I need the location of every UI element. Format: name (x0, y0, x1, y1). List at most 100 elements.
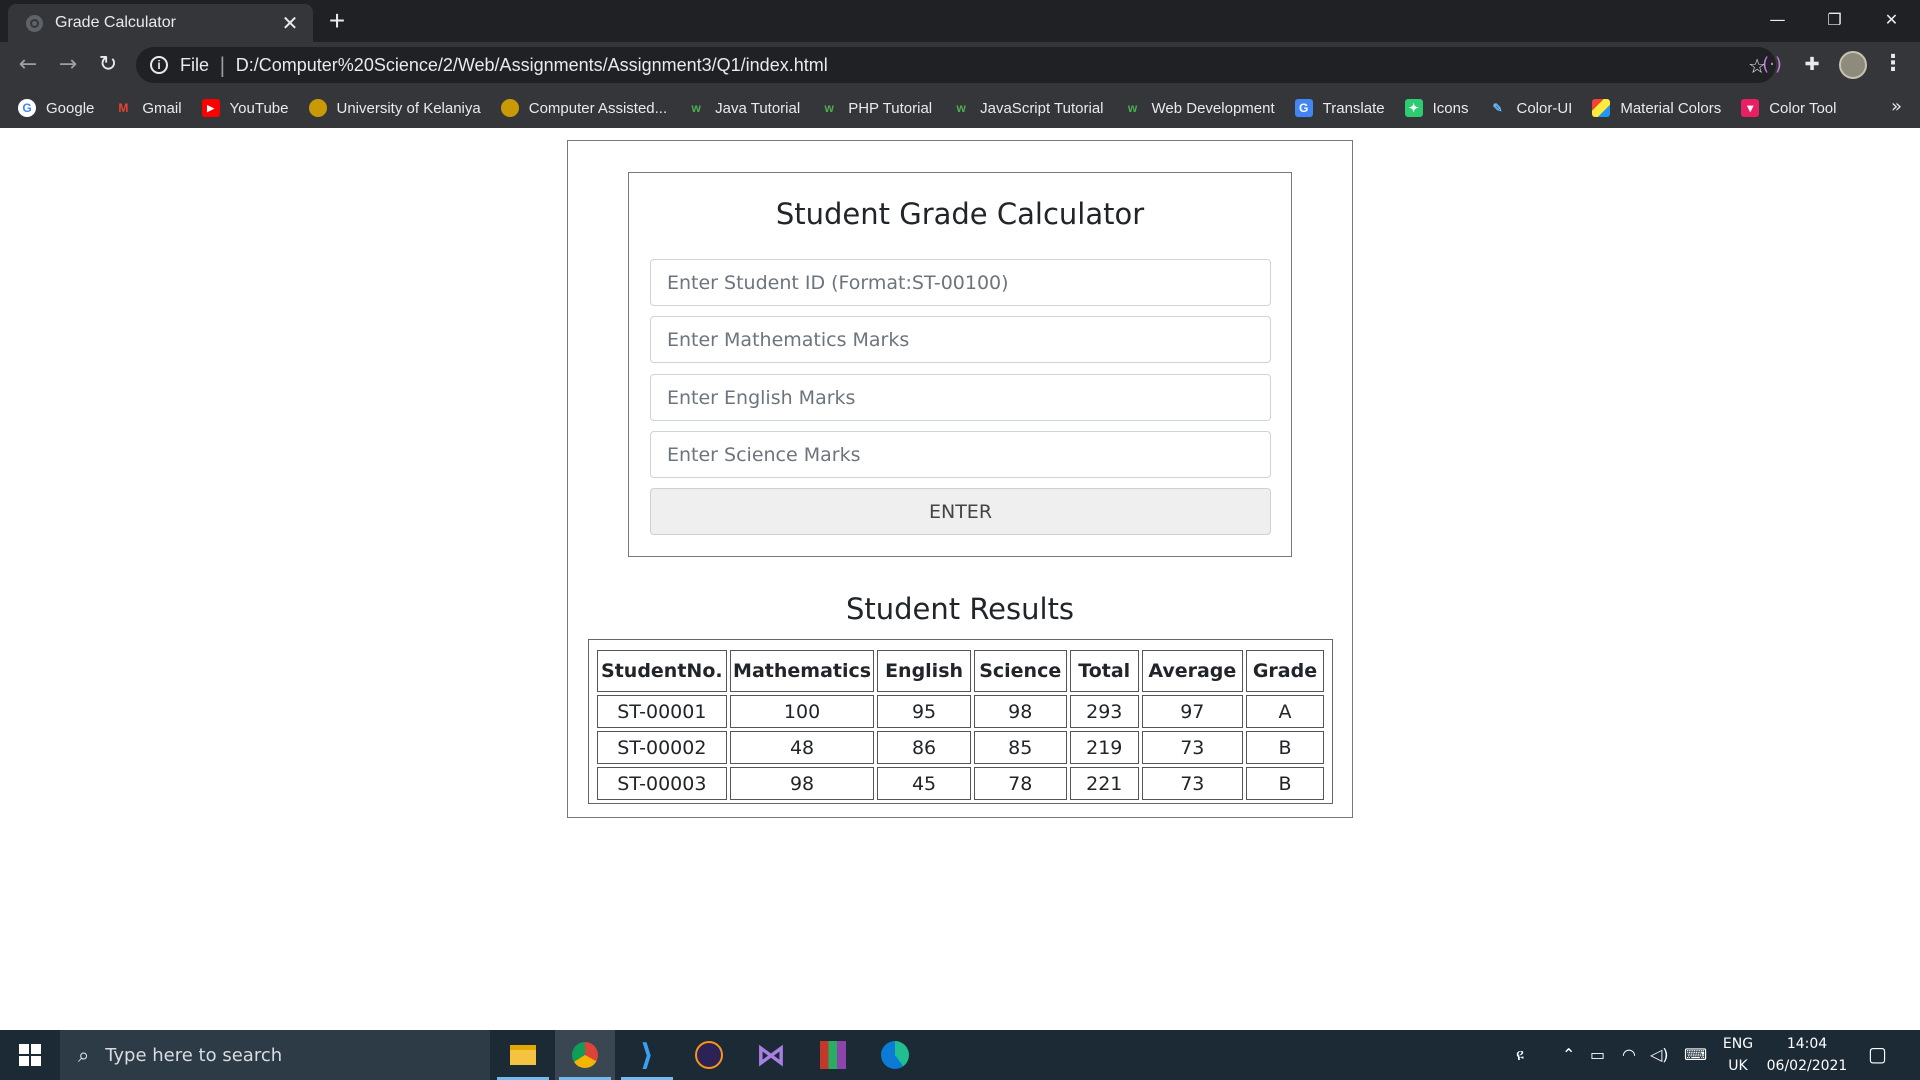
student-id-input[interactable] (650, 259, 1271, 306)
w3schools-icon: w (956, 101, 966, 115)
eclipse-icon (695, 1041, 723, 1069)
cell-grade: B (1245, 767, 1324, 800)
google-icon: G (18, 99, 36, 117)
cell-student-no: ST-00003 (597, 767, 727, 800)
cell-mathematics: 100 (729, 695, 875, 728)
bookmark-web-development[interactable]: w Web Development (1124, 99, 1275, 117)
tab-grade-calculator[interactable]: Grade Calculator ✕ (8, 4, 313, 42)
language-top[interactable]: ENG (1718, 1036, 1758, 1052)
kebab-menu-icon[interactable]: ⋮ (1882, 49, 1904, 79)
cell-student-no: ST-00002 (597, 731, 727, 764)
start-button[interactable] (0, 1030, 60, 1080)
url-text[interactable]: D:/Computer%20Science/2/Web/Assignments/… (236, 55, 828, 76)
bookmark-color-ui[interactable]: ✎ Color-UI (1488, 99, 1572, 117)
edge-app[interactable] (865, 1030, 925, 1080)
cell-science: 85 (973, 731, 1067, 764)
close-window-icon[interactable]: ✕ (1863, 0, 1920, 38)
keyboard-icon[interactable]: ⌨ (1684, 1045, 1707, 1064)
bookmark-computer-assisted[interactable]: Computer Assisted... (500, 99, 667, 117)
science-marks-input[interactable] (650, 431, 1271, 478)
people-icon[interactable]: ዩ (1516, 1045, 1524, 1065)
battery-icon[interactable]: ▭ (1590, 1045, 1605, 1064)
cell-english: 95 (877, 695, 971, 728)
material-colors-icon (1592, 99, 1611, 117)
table-row: ST-00002 48 86 85 219 73 B (597, 731, 1324, 764)
cell-average: 73 (1141, 767, 1243, 800)
bookmark-java-tutorial[interactable]: w Java Tutorial (687, 99, 800, 117)
url-scheme: File (180, 54, 210, 75)
more-bookmarks-icon[interactable]: » (1891, 96, 1902, 117)
eclipse-app[interactable] (679, 1030, 739, 1080)
address-bar[interactable]: i File | D:/Computer%20Science/2/Web/Ass… (136, 47, 1776, 83)
window-controls: — ❐ ✕ (1749, 0, 1920, 38)
bookmark-material-colors[interactable]: Material Colors (1592, 99, 1721, 117)
close-tab-icon[interactable]: ✕ (279, 12, 301, 34)
minimize-icon[interactable]: — (1749, 0, 1806, 38)
bookmark-icons[interactable]: ✦ Icons (1404, 99, 1468, 117)
new-tab-button[interactable]: + (322, 6, 352, 36)
vscode-app[interactable]: ⟩ (617, 1030, 677, 1080)
bookmark-label: Google (46, 99, 95, 117)
english-marks-input[interactable] (650, 374, 1271, 421)
bookmark-youtube[interactable]: ▶ YouTube (201, 99, 289, 117)
chevron-up-icon[interactable]: ⌃ (1562, 1045, 1575, 1064)
file-explorer-app[interactable] (493, 1030, 553, 1080)
winrar-app[interactable] (803, 1030, 863, 1080)
back-arrow-icon[interactable]: ← (12, 49, 44, 81)
language-bottom[interactable]: UK (1718, 1058, 1758, 1074)
bookmark-label: Material Colors (1620, 99, 1722, 117)
clock-time[interactable]: 14:04 (1764, 1036, 1850, 1052)
w3schools-icon: w (691, 101, 701, 115)
wifi-icon[interactable]: ◠ (1622, 1045, 1636, 1064)
search-icon: ⌕ (78, 1043, 90, 1067)
youtube-icon: ▶ (201, 99, 220, 117)
vscode-icon: ⟩ (640, 1037, 654, 1073)
cell-mathematics: 48 (729, 731, 875, 764)
clock-date[interactable]: 06/02/2021 (1764, 1058, 1850, 1074)
cell-english: 86 (877, 731, 971, 764)
university-icon (308, 99, 327, 117)
cell-english: 45 (877, 767, 971, 800)
windows-taskbar: ⌕ Type here to search ⟩ ⋈ ዩ ⌃ ▭ ◠ ◁) ⌨ E… (0, 1030, 1920, 1080)
page-viewport: Student Grade Calculator ENTER Student R… (0, 128, 1920, 1030)
results-table: StudentNo. Mathematics English Science T… (594, 647, 1327, 803)
bookmark-university-of-kelaniya[interactable]: University of Kelaniya (308, 99, 481, 117)
profile-avatar[interactable] (1839, 51, 1867, 79)
bookmark-label: University of Kelaniya (336, 99, 481, 117)
restore-icon[interactable]: ❐ (1806, 0, 1863, 38)
bookmark-label: Java Tutorial (715, 99, 801, 117)
forward-arrow-icon[interactable]: → (52, 49, 84, 81)
header-grade: Grade (1245, 650, 1324, 692)
puzzle-extensions-icon[interactable]: ✚ (1798, 51, 1826, 79)
windows-logo-icon (19, 1044, 41, 1066)
bookmark-javascript-tutorial[interactable]: w JavaScript Tutorial (952, 99, 1103, 117)
university-icon (500, 99, 519, 117)
cell-average: 97 (1141, 695, 1243, 728)
mathematics-marks-input[interactable] (650, 316, 1271, 363)
cell-total: 293 (1069, 695, 1139, 728)
extension-icon[interactable]: (·) (1758, 51, 1786, 79)
bookmark-google[interactable]: G Google (18, 99, 94, 117)
visual-studio-app[interactable]: ⋈ (741, 1030, 801, 1080)
color-tool-icon: ▾ (1741, 99, 1760, 117)
folder-icon (510, 1045, 536, 1065)
reload-icon[interactable]: ↻ (92, 49, 124, 81)
enter-button[interactable]: ENTER (650, 488, 1271, 535)
header-science: Science (973, 650, 1067, 692)
notification-icon[interactable]: ▢ (1868, 1042, 1887, 1066)
bookmark-translate[interactable]: G Translate (1294, 99, 1385, 117)
bookmark-php-tutorial[interactable]: w PHP Tutorial (820, 99, 933, 117)
bookmark-color-tool[interactable]: ▾ Color Tool (1741, 99, 1836, 117)
cell-science: 78 (973, 767, 1067, 800)
winrar-icon (820, 1041, 846, 1069)
table-row: ST-00003 98 45 78 221 73 B (597, 767, 1324, 800)
volume-icon[interactable]: ◁) (1650, 1045, 1669, 1064)
taskbar-search[interactable]: ⌕ Type here to search (60, 1030, 490, 1080)
cell-total: 221 (1069, 767, 1139, 800)
bookmark-gmail[interactable]: M Gmail (114, 99, 182, 117)
chrome-app[interactable] (555, 1030, 615, 1080)
visual-studio-icon: ⋈ (756, 1037, 786, 1073)
cell-average: 73 (1141, 731, 1243, 764)
main-container: Student Grade Calculator ENTER Student R… (567, 140, 1353, 818)
info-icon[interactable]: i (150, 56, 168, 74)
